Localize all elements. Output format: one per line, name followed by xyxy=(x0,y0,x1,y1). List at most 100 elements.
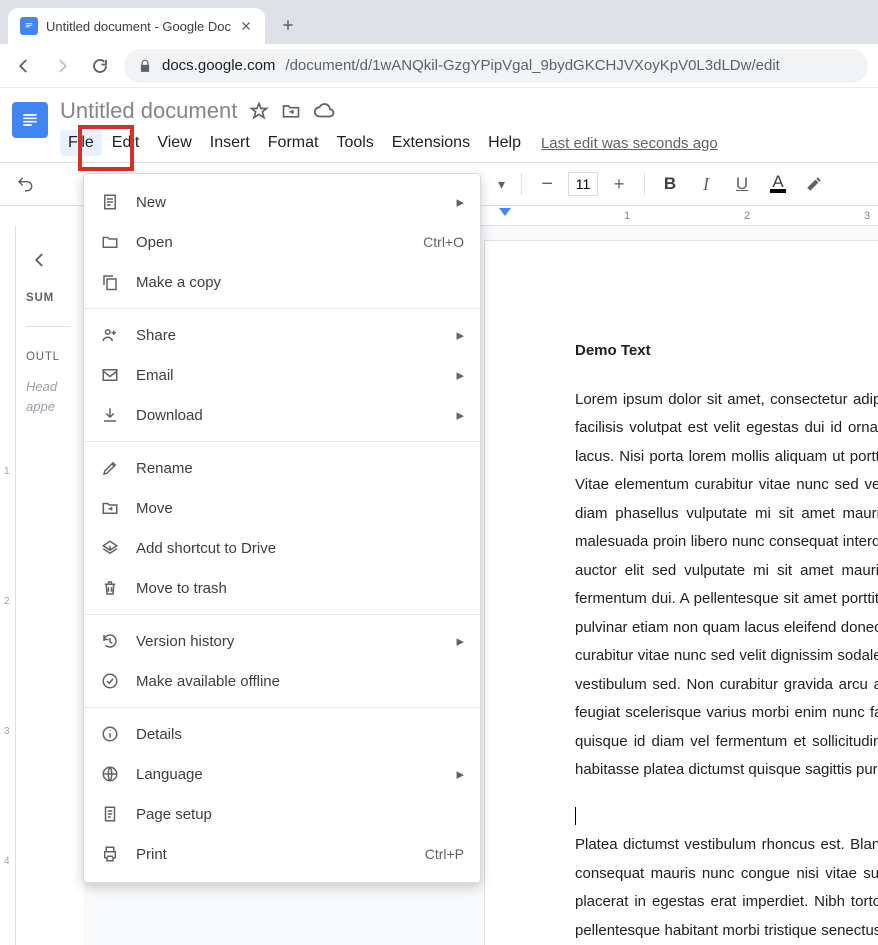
menu-item-language[interactable]: Language ▸ xyxy=(84,754,480,794)
text-color-button[interactable]: A xyxy=(763,169,793,199)
forward-button[interactable] xyxy=(48,52,76,80)
menu-separator xyxy=(84,707,480,708)
new-tab-button[interactable] xyxy=(273,10,303,40)
address-bar[interactable]: docs.google.com/document/d/1wANQkil-GzgY… xyxy=(124,49,868,83)
menu-item-shortcut: Ctrl+O xyxy=(423,234,464,250)
share-icon xyxy=(100,326,120,344)
menu-item-download[interactable]: Download ▸ xyxy=(84,395,480,435)
document-title[interactable]: Untitled document xyxy=(60,98,237,124)
menu-item-label: Version history xyxy=(136,633,440,650)
menu-insert[interactable]: Insert xyxy=(202,130,258,156)
vertical-ruler[interactable]: 1 2 3 4 xyxy=(0,226,16,945)
browser-tab[interactable]: Untitled document - Google Doc xyxy=(8,8,265,44)
outline-placeholder: Head appe xyxy=(26,377,71,416)
menu-item-share[interactable]: Share ▸ xyxy=(84,315,480,355)
menu-separator xyxy=(84,441,480,442)
menu-item-details[interactable]: Details xyxy=(84,714,480,754)
submenu-arrow-icon: ▸ xyxy=(456,193,464,211)
submenu-arrow-icon: ▸ xyxy=(456,765,464,783)
indent-marker-icon[interactable] xyxy=(499,208,511,216)
close-icon[interactable] xyxy=(239,19,253,33)
menu-item-label: New xyxy=(136,194,440,211)
decrease-font-size-button[interactable]: − xyxy=(532,169,562,199)
menu-separator xyxy=(84,308,480,309)
underline-button[interactable]: U xyxy=(727,169,757,199)
menu-view[interactable]: View xyxy=(149,130,199,156)
menu-item-label: Open xyxy=(136,234,407,251)
browser-tab-title: Untitled document - Google Doc xyxy=(46,19,231,34)
toolbar-separator xyxy=(644,173,645,195)
move-to-folder-icon[interactable] xyxy=(281,101,301,121)
submenu-arrow-icon: ▸ xyxy=(456,406,464,424)
ruler-tick: 3 xyxy=(864,210,870,222)
page[interactable]: Demo Text Lorem ipsum dolor sit amet, co… xyxy=(484,240,878,945)
copy-icon xyxy=(100,273,120,291)
browser-tabstrip: Untitled document - Google Doc xyxy=(0,0,878,44)
url-host: docs.google.com xyxy=(162,57,275,74)
cloud-status-icon[interactable] xyxy=(313,100,335,122)
bold-button[interactable]: B xyxy=(655,169,685,199)
menu-item-move-to-trash[interactable]: Move to trash xyxy=(84,568,480,608)
italic-button[interactable]: I xyxy=(691,169,721,199)
menu-item-email[interactable]: Email ▸ xyxy=(84,355,480,395)
mail-icon xyxy=(100,366,120,384)
download-icon xyxy=(100,406,120,424)
vruler-tick: 1 xyxy=(4,466,10,477)
menu-item-print[interactable]: PrintCtrl+P xyxy=(84,834,480,874)
menu-file[interactable]: File xyxy=(60,130,102,156)
last-edit-link[interactable]: Last edit was seconds ago xyxy=(541,135,718,152)
folder-icon xyxy=(100,233,120,251)
docs-logo[interactable] xyxy=(10,96,50,150)
submenu-arrow-icon: ▸ xyxy=(456,326,464,344)
menu-item-make-a-copy[interactable]: Make a copy xyxy=(84,262,480,302)
outline-collapse-button[interactable] xyxy=(26,246,54,274)
menu-item-label: Language xyxy=(136,766,440,783)
menu-item-label: Share xyxy=(136,327,440,344)
menu-item-rename[interactable]: Rename xyxy=(84,448,480,488)
menubar: File Edit View Insert Format Tools Exten… xyxy=(60,128,868,158)
highlight-color-button[interactable] xyxy=(799,169,829,199)
menu-item-label: Print xyxy=(136,846,409,863)
increase-font-size-button[interactable]: + xyxy=(604,169,634,199)
menu-edit[interactable]: Edit xyxy=(104,130,148,156)
document-paragraph[interactable]: Platea dictumst vestibulum rhoncus est. … xyxy=(575,831,878,945)
menu-item-make-available-offline[interactable]: Make available offline xyxy=(84,661,480,701)
shortcut-icon xyxy=(100,539,120,557)
menu-extensions[interactable]: Extensions xyxy=(384,130,478,156)
menu-item-new[interactable]: New ▸ xyxy=(84,182,480,222)
document-paragraph[interactable]: Lorem ipsum dolor sit amet, consectetur … xyxy=(575,386,878,785)
docs-header: Untitled document File Edit View Insert … xyxy=(0,88,878,158)
menu-item-add-shortcut-to-drive[interactable]: Add shortcut to Drive xyxy=(84,528,480,568)
browser-toolbar: docs.google.com/document/d/1wANQkil-GzgY… xyxy=(0,44,878,88)
font-size-input[interactable] xyxy=(568,172,598,196)
reload-button[interactable] xyxy=(86,52,114,80)
menu-item-page-setup[interactable]: Page setup xyxy=(84,794,480,834)
menu-format[interactable]: Format xyxy=(260,130,327,156)
menu-item-label: Email xyxy=(136,367,440,384)
print-icon xyxy=(100,845,120,863)
back-button[interactable] xyxy=(10,52,38,80)
docs-favicon xyxy=(20,17,38,35)
menu-item-label: Make available offline xyxy=(136,673,464,690)
ruler-tick: 2 xyxy=(744,210,750,222)
vruler-tick: 4 xyxy=(4,856,10,867)
menu-item-label: Download xyxy=(136,407,440,424)
vruler-tick: 2 xyxy=(4,596,10,607)
document-heading[interactable]: Demo Text xyxy=(575,337,878,366)
undo-button[interactable] xyxy=(10,169,40,199)
star-icon[interactable] xyxy=(249,101,269,121)
menu-help[interactable]: Help xyxy=(480,130,529,156)
menu-item-version-history[interactable]: Version history ▸ xyxy=(84,621,480,661)
menu-item-move[interactable]: Move xyxy=(84,488,480,528)
menu-item-label: Move xyxy=(136,500,464,517)
toolbar-separator xyxy=(521,173,522,195)
submenu-arrow-icon: ▸ xyxy=(456,632,464,650)
outline-summary-heading: SUM xyxy=(26,292,71,304)
submenu-arrow-icon: ▸ xyxy=(456,366,464,384)
menu-item-label: Rename xyxy=(136,460,464,477)
history-icon xyxy=(100,632,120,650)
menu-separator xyxy=(84,614,480,615)
menu-tools[interactable]: Tools xyxy=(328,130,381,156)
info-icon xyxy=(100,725,120,743)
menu-item-open[interactable]: Open Ctrl+O xyxy=(84,222,480,262)
